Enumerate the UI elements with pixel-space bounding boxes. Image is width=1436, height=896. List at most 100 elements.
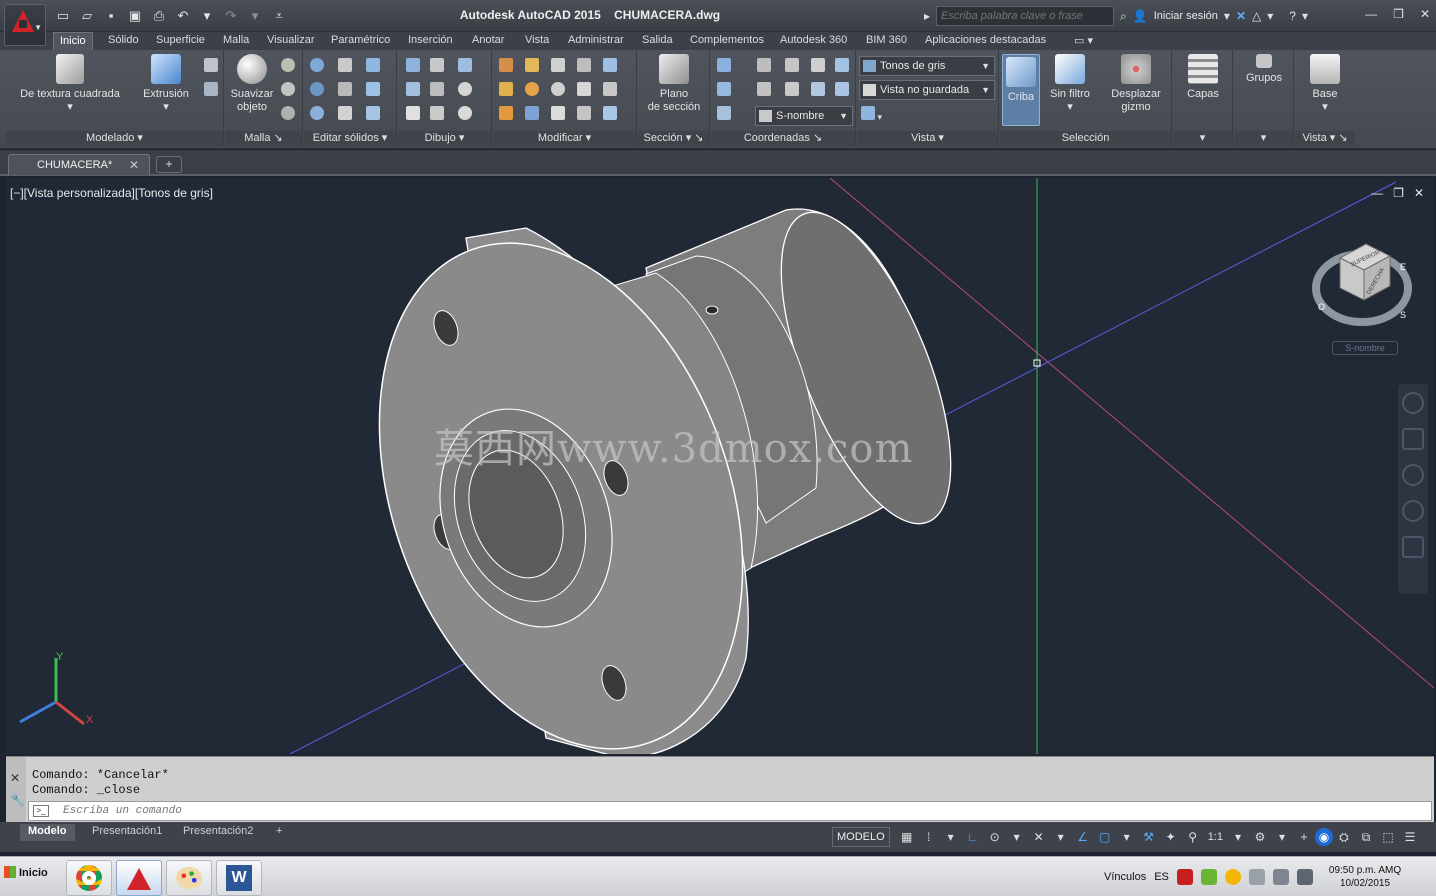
tab-administrar[interactable]: Administrar	[568, 34, 624, 50]
groups-button[interactable]: Grupos	[1242, 54, 1286, 85]
spline-fit-icon[interactable]	[406, 82, 422, 98]
move-gizmo-button[interactable]: Desplazar gizmo	[1104, 54, 1168, 114]
selection-filter-icon[interactable]: ⧉	[1355, 827, 1377, 847]
tab-inicio[interactable]: Inicio	[53, 32, 93, 50]
ucs-view-icon[interactable]	[835, 58, 851, 74]
slice-icon[interactable]	[338, 58, 354, 74]
polyline-icon[interactable]	[406, 58, 422, 74]
wrench-icon[interactable]: 🔧	[10, 793, 25, 807]
stretch-icon[interactable]	[577, 106, 593, 122]
interfere-icon[interactable]	[338, 82, 354, 98]
acrobat-icon[interactable]	[1176, 869, 1193, 885]
close-icon[interactable]: ✕	[1420, 7, 1430, 21]
save-icon[interactable]: ▪	[102, 7, 120, 25]
add-layout-button[interactable]: +	[268, 824, 290, 841]
culling-button[interactable]: Criba	[1002, 54, 1040, 126]
tab-salida[interactable]: Salida	[642, 34, 673, 50]
expand-icon[interactable]: ▸	[924, 9, 930, 23]
mesh-refine-icon[interactable]	[281, 106, 297, 122]
panel-title-grupos[interactable]: ▾	[1234, 131, 1293, 146]
thicken-icon[interactable]	[338, 106, 354, 122]
scale-dropdown-icon[interactable]: ▾	[1227, 827, 1249, 847]
search-input[interactable]	[936, 6, 1115, 26]
restore-icon[interactable]: ❐	[1393, 7, 1404, 21]
tab-malla[interactable]: Malla	[223, 34, 249, 50]
visual-style-combo[interactable]: Tonos de gris ▼	[859, 56, 995, 76]
polar-icon[interactable]: ⊙	[984, 827, 1006, 847]
fillet-icon[interactable]	[499, 58, 515, 74]
new-file-icon[interactable]: ▭	[54, 7, 72, 25]
rotate-icon[interactable]	[551, 82, 567, 98]
ucs-object-icon[interactable]	[811, 58, 827, 74]
taskbar-chrome[interactable]	[66, 860, 112, 896]
signin-button[interactable]: Iniciar sesión	[1154, 10, 1218, 22]
panel-title-seccion[interactable]: Sección ▾ ↘	[638, 131, 709, 146]
extract-edges-icon[interactable]	[366, 58, 382, 74]
union-icon[interactable]	[310, 58, 326, 74]
isolate-objects-icon[interactable]: ◉	[1314, 828, 1333, 846]
drawing-viewport[interactable]: Y X 莫西网www.3dmox.com [−][Vista personali…	[6, 178, 1434, 754]
ucs-3point-icon[interactable]	[717, 82, 733, 98]
network-icon[interactable]	[1296, 869, 1313, 885]
hardware-acceleration-icon[interactable]: ⛭	[1333, 827, 1355, 847]
restore-icon[interactable]: ❐	[1393, 186, 1404, 200]
panel-title-dibujo[interactable]: Dibujo ▾	[398, 131, 491, 146]
taskbar-paint[interactable]	[166, 860, 212, 896]
intersect-icon[interactable]	[310, 106, 326, 122]
redo-icon[interactable]: ↷	[222, 7, 240, 25]
new-tab-button[interactable]: +	[156, 156, 182, 173]
showmotion-icon[interactable]	[1402, 536, 1424, 558]
auto-scale-icon[interactable]: ✦	[1160, 827, 1182, 847]
ucs-named-combo[interactable]: S-nombre ▼	[755, 106, 853, 126]
3d-array-icon[interactable]	[525, 58, 541, 74]
zoom-icon[interactable]	[1402, 464, 1424, 486]
fillet-edge-icon[interactable]	[603, 82, 619, 98]
tab-insercion[interactable]: Inserción	[408, 34, 453, 50]
layout-tab-modelo[interactable]: Modelo	[20, 824, 75, 841]
command-input[interactable]	[63, 803, 1423, 819]
close-icon[interactable]: ✕	[1414, 186, 1424, 200]
clock[interactable]: 09:50 p.m. AMQ 10/02/2015	[1329, 864, 1401, 890]
polar-dropdown-icon[interactable]: ▾	[1006, 827, 1028, 847]
start-button[interactable]: Inicio	[2, 866, 48, 888]
snap-dropdown-icon[interactable]: ▾	[940, 827, 962, 847]
presspull-icon[interactable]	[204, 82, 220, 98]
help-dropdown-icon[interactable]: ▾	[1302, 9, 1308, 23]
panel-title-vista[interactable]: Vista ▾	[857, 131, 998, 146]
close-icon[interactable]: ✕	[10, 771, 20, 785]
circle-icon[interactable]	[458, 82, 474, 98]
panel-title-capas[interactable]: ▾	[1173, 131, 1232, 146]
panel-title-malla[interactable]: Malla ↘	[225, 131, 302, 146]
object-snap-tracking-icon[interactable]: ∠	[1072, 827, 1094, 847]
isodraft-icon[interactable]: ✕	[1028, 827, 1050, 847]
command-line-grip[interactable]	[6, 757, 26, 823]
ucs-world-icon[interactable]	[757, 58, 773, 74]
ucs-z-icon[interactable]	[835, 82, 851, 98]
smooth-object-button[interactable]: Suavizar objeto	[227, 54, 277, 114]
panel-title-editar-solidos[interactable]: Editar sólidos ▾	[304, 131, 396, 146]
annotation-scale-value[interactable]: 1:1	[1208, 831, 1223, 843]
search-icon[interactable]: ⌕	[1120, 9, 1127, 24]
customization-menu-icon[interactable]: ☰	[1399, 827, 1421, 847]
mesh-smooth-more-icon[interactable]	[281, 58, 297, 74]
tab-parametrico[interactable]: Paramétrico	[331, 34, 390, 50]
object-snap-dropdown-icon[interactable]: ▾	[1116, 827, 1138, 847]
a360-dropdown-icon[interactable]: ▾	[1267, 9, 1273, 23]
minimize-icon[interactable]: —	[1365, 7, 1377, 21]
ucs-x-icon[interactable]	[785, 82, 801, 98]
panel-title-seleccion[interactable]: Selección	[1000, 131, 1171, 146]
panel-title-modificar[interactable]: Modificar ▾	[493, 131, 636, 146]
grid-icon[interactable]: ▦	[896, 827, 918, 847]
trim-icon[interactable]	[603, 58, 619, 74]
close-icon[interactable]: ✕	[129, 158, 139, 172]
polysolid-icon[interactable]	[204, 58, 220, 74]
rectangle-icon[interactable]	[430, 106, 446, 122]
copy-icon[interactable]	[577, 58, 593, 74]
snap-icon[interactable]: ⁞	[918, 827, 940, 847]
annotation-scale-icon[interactable]: ⚲	[1182, 827, 1204, 847]
application-menu-button[interactable]: ▼	[4, 4, 46, 46]
named-view-combo[interactable]: Vista no guardada ▼	[859, 80, 995, 100]
object-snap-icon[interactable]: ▢	[1094, 827, 1116, 847]
norton-icon[interactable]	[1224, 869, 1241, 885]
ellipse-icon[interactable]	[458, 106, 474, 122]
